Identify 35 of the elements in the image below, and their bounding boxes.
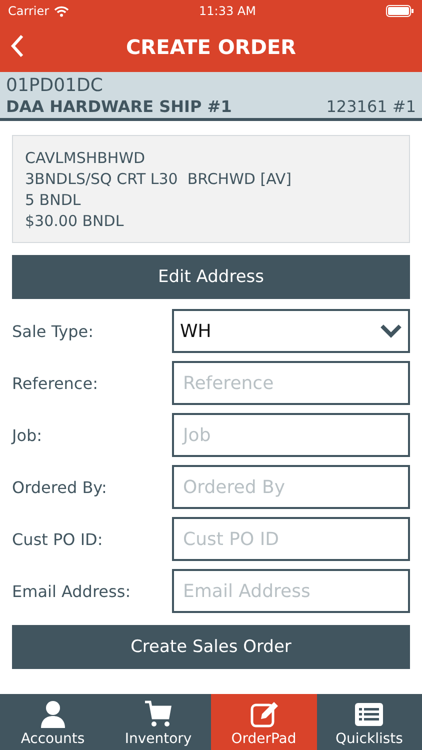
chevron-down-icon [380,324,402,338]
tab[interactable]: Quicklists [316,694,422,750]
field-label: Cust PO ID: [12,530,104,548]
item-detail: 5 BNDL [25,190,82,211]
battery-icon [386,5,414,17]
tab[interactable]: Accounts [0,694,106,750]
sale-type-select[interactable]: WH [172,309,410,353]
list-icon [354,701,384,729]
cart-icon [143,699,174,729]
input-field[interactable]: Job [172,413,410,457]
account-code: 01PD01DC [6,75,104,97]
input-field[interactable]: Ordered By [172,465,410,509]
edit-address-button[interactable]: Edit Address [12,255,410,299]
field-label: Sale Type: [12,322,94,340]
back-icon [10,34,24,58]
account-name: DAA HARDWARE SHIP #1 [6,97,232,116]
account-number: 123161 #1 [326,97,416,116]
clock: 11:33 AM [199,4,256,18]
field-label: Job: [12,426,44,444]
tab[interactable]: Inventory [106,694,211,750]
edit-icon [248,699,279,729]
field-label: Reference: [12,374,99,392]
item-detail: $30.00 BNDL [25,211,125,232]
create-sales-order-button[interactable]: Create Sales Order [12,625,410,669]
page-title: CREATE ORDER [126,35,296,59]
field-label: Email Address: [12,582,132,600]
input-field[interactable]: Cust PO ID [172,517,410,561]
carrier-label: Carrier [8,4,50,18]
item-detail: CAVLMSHBHWD [25,148,146,169]
wifi-icon [54,6,70,16]
field-label: Ordered By: [12,478,108,496]
item-detail: 3BNDLS/SQ CRT L30 BRCHWD [AV] [25,169,292,190]
tab[interactable]: OrderPad [211,694,316,750]
input-field[interactable]: Email Address [172,569,410,613]
input-field[interactable]: Reference [172,361,410,405]
